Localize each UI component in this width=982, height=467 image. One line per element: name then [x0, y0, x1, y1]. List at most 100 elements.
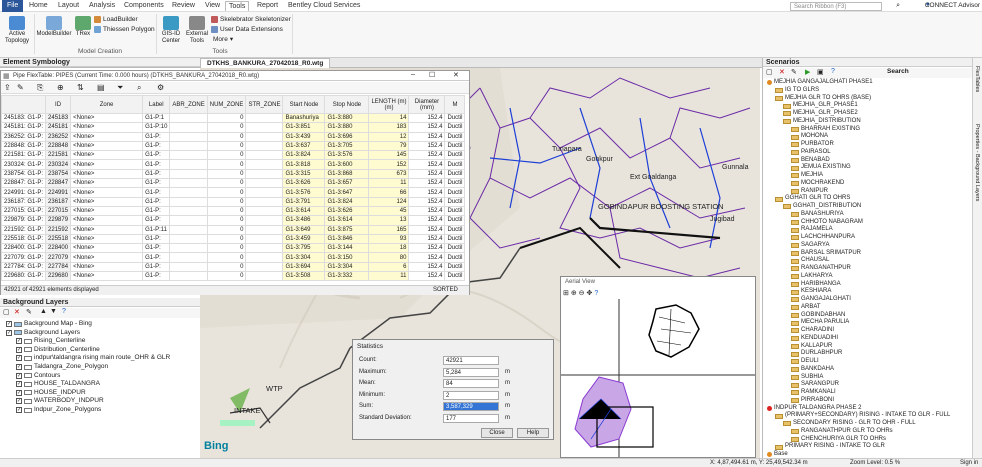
- table-cell[interactable]: 0: [206, 187, 247, 198]
- table-cell[interactable]: 245183: [45, 112, 72, 124]
- scenario-item[interactable]: CHARADINI: [791, 327, 834, 335]
- table-cell[interactable]: [169, 168, 208, 180]
- table-cell[interactable]: G1-P:: [142, 187, 171, 198]
- table-cell[interactable]: Ductil: [444, 224, 466, 235]
- table-cell[interactable]: 0: [206, 178, 247, 189]
- table-cell[interactable]: 145: [368, 150, 410, 161]
- table-cell[interactable]: [245, 122, 284, 133]
- report-icon[interactable]: ▤: [97, 83, 105, 92]
- layer-item[interactable]: ✓ Indpur_Zone_Polygons: [16, 406, 101, 414]
- scenario-item[interactable]: MOCHRAKEND: [791, 180, 844, 188]
- col-header-str-zone[interactable]: STR_ZONE: [245, 95, 284, 114]
- help-icon[interactable]: ?: [62, 308, 66, 315]
- table-row[interactable]: 221592: G1-P: 221592 <None> G1-P:11 0 G1-3:64…: [1, 224, 466, 235]
- close-button[interactable]: Close: [481, 428, 513, 438]
- menu-components[interactable]: Components: [121, 1, 167, 11]
- scenario-item[interactable]: PRIMARY RISING - INTAKE TO GLR: [775, 443, 885, 451]
- menu-file[interactable]: File: [2, 0, 24, 12]
- more-button[interactable]: More ▾: [213, 35, 233, 44]
- table-cell[interactable]: [245, 196, 284, 207]
- up-icon[interactable]: ▲: [40, 308, 47, 315]
- table-cell[interactable]: 228400: G1-P:: [1, 243, 47, 254]
- scenario-item[interactable]: GOBINDABHAN: [791, 312, 845, 320]
- table-cell[interactable]: G1-P:: [142, 271, 171, 282]
- table-cell[interactable]: Ductil: [444, 159, 466, 170]
- table-cell[interactable]: [245, 261, 284, 273]
- table-cell[interactable]: 0: [206, 224, 247, 235]
- table-cell[interactable]: G1-P:10: [142, 122, 171, 133]
- layer-checkbox[interactable]: ✓: [16, 364, 22, 370]
- layer-item[interactable]: ✓ indpur\taldangra rising main route_OHR …: [16, 354, 170, 362]
- stat-value-field[interactable]: 84: [443, 379, 499, 388]
- layer-item[interactable]: ✓ Rising_Centerline: [16, 337, 85, 345]
- table-cell[interactable]: G1-3:304: [282, 252, 326, 263]
- table-cell[interactable]: G1-3:626: [282, 178, 326, 189]
- table-cell[interactable]: 152: [368, 159, 410, 170]
- table-cell[interactable]: G1-3:150: [324, 252, 370, 263]
- scenario-item[interactable]: JEMUA EXISTING: [791, 164, 851, 172]
- scenario-item[interactable]: MEJHIA GANGAJALGHATI PHASE1: [767, 79, 873, 87]
- table-cell[interactable]: 152.4: [408, 112, 446, 124]
- table-cell[interactable]: 227784: [45, 261, 72, 273]
- table-cell[interactable]: 0: [206, 233, 247, 245]
- table-cell[interactable]: G1-P:1: [142, 112, 171, 124]
- table-row[interactable]: 225518: G1-P: 225518 <None> G1-P: 0 G1-3:459 G…: [1, 233, 466, 245]
- maximize-icon[interactable]: ☐: [429, 71, 435, 79]
- stat-value-field[interactable]: 177: [443, 413, 499, 423]
- table-row[interactable]: 238754: G1-P: 238754 <None> G1-P: 0 G1-3:315 G…: [1, 168, 466, 180]
- scenario-item[interactable]: BANKDAHA: [791, 366, 834, 374]
- table-cell[interactable]: [245, 150, 284, 161]
- table-cell[interactable]: [169, 261, 208, 273]
- scenario-item[interactable]: DURLABHPUR: [791, 350, 842, 358]
- table-cell[interactable]: 229680: [45, 271, 72, 282]
- table-cell[interactable]: <None>: [70, 159, 144, 170]
- table-cell[interactable]: G1-3:315: [282, 168, 326, 180]
- table-cell[interactable]: 225518: [45, 233, 72, 245]
- table-cell[interactable]: <None>: [70, 178, 144, 189]
- scenario-item[interactable]: (PRIMARY+SECONDARY) RISING - INTAKE TO G…: [775, 412, 950, 420]
- table-cell[interactable]: 11: [368, 271, 410, 282]
- table-cell[interactable]: 0: [206, 168, 247, 180]
- rename-icon[interactable]: ✎: [26, 308, 32, 316]
- table-row[interactable]: 229879: G1-P: 229879 <None> G1-P: 0 G1-3:486 G…: [1, 215, 466, 226]
- table-cell[interactable]: <None>: [70, 271, 144, 282]
- table-cell[interactable]: Ductil: [444, 196, 466, 207]
- table-cell[interactable]: G1-P:: [142, 178, 171, 189]
- table-cell[interactable]: <None>: [70, 168, 144, 180]
- table-cell[interactable]: G1-3:626: [324, 205, 370, 217]
- table-cell[interactable]: 245181: G1-P:: [1, 122, 47, 133]
- table-row[interactable]: 245183: G1-P: 245183 <None> G1-P:1 0 Banashur…: [1, 112, 466, 124]
- table-cell[interactable]: 11: [368, 178, 410, 189]
- table-cell[interactable]: Ductil: [444, 112, 466, 124]
- table-cell[interactable]: 0: [206, 243, 247, 254]
- table-cell[interactable]: Ductil: [444, 187, 466, 198]
- scenario-item[interactable]: CHAUSAL: [791, 257, 829, 265]
- table-cell[interactable]: [169, 187, 208, 198]
- scenario-item[interactable]: KESHIARA: [791, 288, 831, 296]
- table-cell[interactable]: G1-3:508: [282, 271, 326, 282]
- table-cell[interactable]: 224991: [45, 187, 72, 198]
- table-cell[interactable]: Ductil: [444, 252, 466, 263]
- scenario-item[interactable]: MECHA PARULIA: [791, 319, 849, 327]
- stat-value-field[interactable]: 3,587,329: [443, 402, 499, 411]
- table-cell[interactable]: G1-3:657: [324, 178, 370, 189]
- layer-checkbox[interactable]: ✓: [6, 321, 12, 327]
- zoom-out-icon[interactable]: ⊖: [579, 290, 585, 297]
- table-cell[interactable]: <None>: [70, 131, 144, 142]
- table-row[interactable]: 228848: G1-P: 228848 <None> G1-P: 0 G1-3:637 G…: [1, 140, 466, 152]
- table-cell[interactable]: 165: [368, 224, 410, 235]
- table-cell[interactable]: [169, 233, 208, 245]
- table-cell[interactable]: [169, 178, 208, 189]
- table-cell[interactable]: 152.4: [408, 168, 446, 180]
- col-header-abr-zone[interactable]: ABR_ZONE: [169, 95, 208, 114]
- table-cell[interactable]: 224991: G1-P:: [1, 187, 47, 198]
- table-cell[interactable]: Ductil: [444, 243, 466, 254]
- table-row[interactable]: 245181: G1-P: 245181 <None> G1-P:10 0 G1-3:85…: [1, 122, 466, 133]
- table-cell[interactable]: 152.4: [408, 271, 446, 282]
- menu-home[interactable]: Home: [26, 1, 51, 11]
- layer-checkbox[interactable]: ✓: [16, 372, 22, 379]
- table-cell[interactable]: 228848: [45, 140, 72, 152]
- layer-checkbox[interactable]: ✓: [6, 329, 12, 336]
- table-cell[interactable]: [245, 168, 284, 180]
- table-cell[interactable]: [245, 140, 284, 152]
